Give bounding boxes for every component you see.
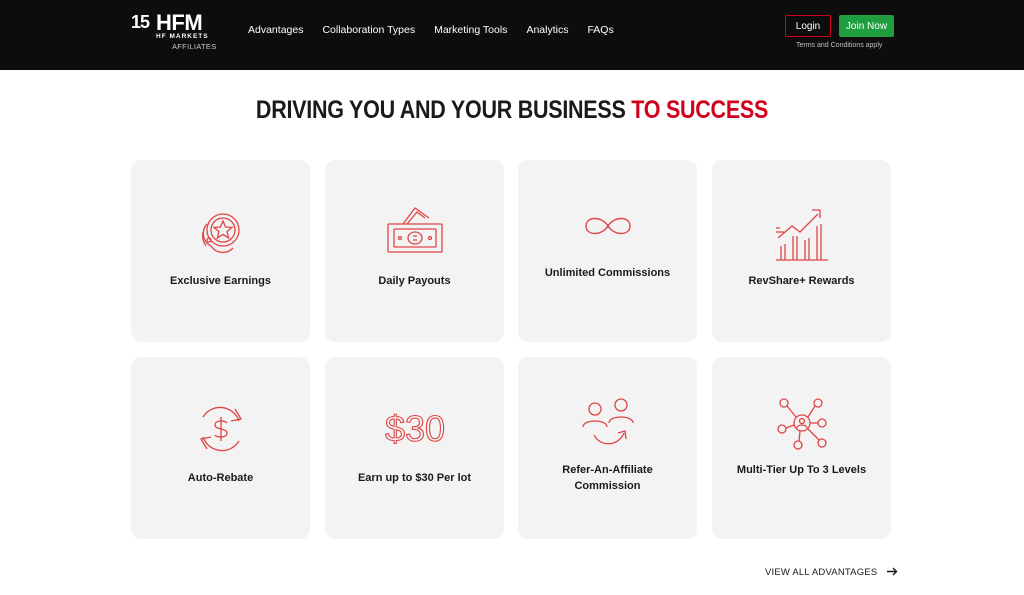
page-title-accent: TO SUCCESS (631, 96, 769, 124)
arrow-right-icon (887, 565, 898, 579)
nav-item-marketing-tools[interactable]: Marketing Tools (434, 24, 507, 36)
growth-chart-icon (772, 202, 832, 262)
join-now-button[interactable]: Join Now (839, 15, 894, 37)
hfm-logo[interactable]: 15 HFM HF MARKETS AFFILIATES (131, 10, 221, 54)
nav-item-advantages[interactable]: Advantages (248, 24, 303, 36)
network-tier-icon (772, 393, 832, 453)
view-all-advantages-link[interactable]: VIEW ALL ADVANTAGES (765, 565, 898, 579)
logo-subname: HF MARKETS (156, 33, 209, 40)
advantage-label: Refer-An-Affiliate Commission (562, 464, 653, 492)
dollar-30-text: $30 (385, 408, 445, 449)
dollar-cycle-icon (191, 399, 251, 459)
advantage-label: Unlimited Commissions (544, 267, 671, 279)
coins-star-icon (191, 202, 251, 262)
view-all-label: VIEW ALL ADVANTAGES (765, 566, 878, 578)
advantage-label: Daily Payouts (378, 275, 451, 287)
terms-link[interactable]: Terms and Conditions apply (796, 42, 882, 49)
logo-tagline: AFFILIATES (172, 42, 217, 51)
nav-item-faqs[interactable]: FAQs (587, 24, 613, 36)
top-header: 15 HFM HF MARKETS AFFILIATES Advantages … (0, 0, 1024, 70)
main-nav: Advantages Collaboration Types Marketing… (248, 24, 633, 36)
refer-users-icon (578, 393, 638, 453)
advantage-card-daily-payouts[interactable]: Daily Payouts (325, 160, 504, 342)
advantage-card-auto-rebate[interactable]: Auto-Rebate (131, 357, 310, 539)
advantage-label: Earn up to $30 Per lot (357, 472, 472, 484)
advantage-card-earn-30-per-lot[interactable]: $30 Earn up to $30 Per lot (325, 357, 504, 539)
nav-item-collaboration-types[interactable]: Collaboration Types (322, 24, 415, 36)
page-title: DRIVING YOU AND YOUR BUSINESS TO SUCCESS (72, 96, 953, 125)
advantage-card-exclusive-earnings[interactable]: Exclusive Earnings (131, 160, 310, 342)
logo-anniversary: 15 (131, 12, 150, 32)
page-title-main: DRIVING YOU AND YOUR BUSINESS (255, 96, 632, 124)
advantage-card-refer-an-affiliate[interactable]: Refer-An-Affiliate Commission (518, 357, 697, 539)
advantage-label: Multi-Tier Up To 3 Levels (736, 464, 867, 476)
advantage-card-unlimited-commissions[interactable]: Unlimited Commissions (518, 160, 697, 342)
advantage-label: Exclusive Earnings (170, 275, 271, 287)
login-button[interactable]: Login (785, 15, 831, 37)
infinity-icon (578, 198, 638, 258)
advantage-label: Auto-Rebate (187, 472, 254, 484)
advantage-card-multi-tier[interactable]: Multi-Tier Up To 3 Levels (712, 357, 891, 539)
nav-item-analytics[interactable]: Analytics (526, 24, 568, 36)
advantage-card-revshare-rewards[interactable]: RevShare+ Rewards (712, 160, 891, 342)
dollar-30-icon: $30 (384, 399, 445, 459)
cash-stack-icon (385, 202, 445, 262)
advantage-label: RevShare+ Rewards (748, 275, 855, 287)
